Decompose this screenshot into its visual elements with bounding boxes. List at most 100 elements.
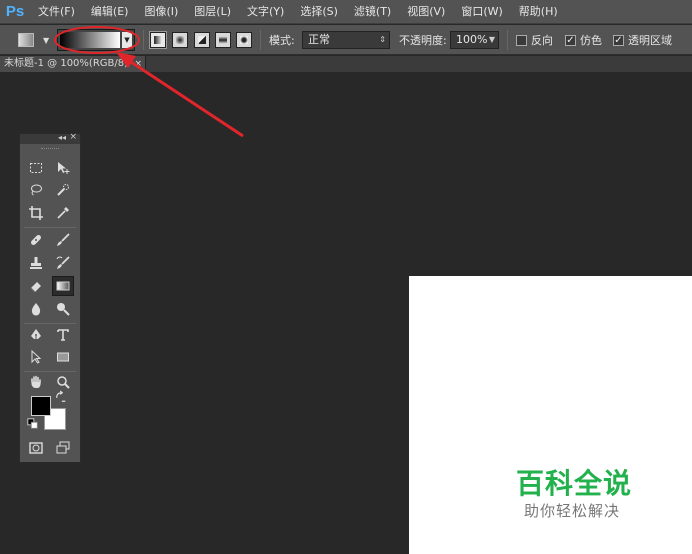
close-icon[interactable]: × bbox=[69, 132, 77, 142]
tools-panel-header[interactable]: ◂◂ × bbox=[20, 132, 80, 144]
eraser-icon bbox=[30, 282, 41, 293]
quick-selection-tool[interactable] bbox=[52, 180, 74, 200]
default-colors-button[interactable] bbox=[27, 418, 39, 430]
updown-arrow-icon: ⇕ bbox=[379, 35, 386, 44]
quick-mask-button[interactable] bbox=[25, 438, 47, 458]
radial-gradient-button[interactable] bbox=[172, 32, 188, 48]
pen-tool[interactable] bbox=[25, 325, 47, 345]
checkmark-icon: ✓ bbox=[565, 34, 576, 46]
chevron-down-icon: ▼ bbox=[488, 35, 495, 44]
blur-tool[interactable] bbox=[25, 299, 47, 319]
pen-icon bbox=[31, 329, 41, 339]
menu-type[interactable]: 文字(Y) bbox=[239, 0, 292, 24]
healing-brush-tool[interactable] bbox=[25, 230, 47, 250]
gradient-icon bbox=[56, 281, 70, 291]
zoom-tool[interactable] bbox=[52, 372, 74, 392]
collapse-icon[interactable]: ◂◂ bbox=[58, 133, 66, 142]
mode-select[interactable]: 正常 ⇕ bbox=[302, 31, 390, 49]
mode-label: 模式: bbox=[269, 34, 295, 47]
droplet-icon bbox=[31, 303, 41, 316]
dither-label: 仿色 bbox=[580, 34, 602, 47]
divider bbox=[143, 30, 144, 50]
checkmark-icon: ✓ bbox=[613, 34, 624, 46]
type-tool[interactable] bbox=[52, 325, 74, 345]
gradient-preview[interactable] bbox=[60, 32, 120, 48]
lasso-icon bbox=[31, 184, 42, 196]
clone-stamp-tool[interactable] bbox=[25, 253, 47, 273]
swap-colors-button[interactable] bbox=[55, 390, 67, 403]
gradient-preset-icon bbox=[18, 33, 34, 47]
gradient-dropdown-button[interactable]: ▼ bbox=[122, 32, 132, 48]
menu-bar: Ps 文件(F) 编辑(E) 图像(I) 图层(L) 文字(Y) 选择(S) 滤… bbox=[0, 0, 692, 24]
screen-mode-icon bbox=[56, 441, 70, 454]
quick-mask-icon bbox=[29, 442, 43, 454]
history-brush-tool[interactable] bbox=[52, 253, 74, 273]
close-icon[interactable]: × bbox=[134, 56, 142, 72]
lasso-tool[interactable] bbox=[25, 180, 47, 200]
eyedropper-icon bbox=[57, 207, 69, 219]
hand-tool[interactable] bbox=[25, 372, 47, 392]
menu-filter[interactable]: 滤镜(T) bbox=[346, 0, 399, 24]
document-tab[interactable]: 未标题-1 @ 100%(RGB/8) × bbox=[0, 56, 146, 72]
angle-gradient-icon bbox=[198, 36, 206, 44]
eyedropper-tool[interactable] bbox=[52, 203, 74, 223]
brush-tool[interactable] bbox=[52, 230, 74, 250]
tools-panel: ◂◂ × bbox=[19, 132, 81, 463]
divider bbox=[507, 30, 508, 50]
gradient-picker[interactable]: ▼ bbox=[57, 29, 135, 51]
document-tab-title: 未标题-1 @ 100%(RGB/8) bbox=[4, 58, 129, 69]
quick-selection-icon bbox=[57, 184, 69, 196]
opacity-label: 不透明度: bbox=[399, 34, 447, 47]
menu-help[interactable]: 帮助(H) bbox=[511, 0, 566, 24]
tool-preset-dropdown[interactable]: ▼ bbox=[40, 25, 49, 55]
dodge-tool[interactable] bbox=[52, 299, 74, 319]
chevron-down-icon: ▼ bbox=[124, 36, 130, 44]
document-tab-strip: 未标题-1 @ 100%(RGB/8) × bbox=[0, 56, 692, 72]
opacity-input[interactable]: 100% ▼ bbox=[450, 31, 499, 49]
marquee-tool[interactable] bbox=[25, 158, 47, 178]
divider bbox=[260, 30, 261, 50]
screen-mode-button[interactable] bbox=[52, 438, 74, 458]
crop-tool[interactable] bbox=[25, 203, 47, 223]
gradient-tool[interactable] bbox=[52, 276, 74, 296]
path-selection-tool[interactable] bbox=[25, 347, 47, 367]
marquee-icon bbox=[30, 163, 42, 173]
reverse-checkbox[interactable]: 反向 bbox=[516, 25, 553, 55]
checkbox-unchecked-icon bbox=[516, 34, 527, 46]
eraser-tool[interactable] bbox=[25, 276, 47, 296]
divider bbox=[24, 323, 76, 324]
transparency-checkbox[interactable]: ✓ 透明区域 bbox=[613, 25, 672, 55]
transparency-label: 透明区域 bbox=[628, 34, 672, 47]
panel-grip[interactable] bbox=[41, 148, 59, 150]
stamp-icon bbox=[30, 257, 42, 269]
move-tool[interactable] bbox=[52, 158, 74, 178]
crop-icon bbox=[29, 206, 43, 220]
angle-gradient-button[interactable] bbox=[194, 32, 210, 48]
menu-layer[interactable]: 图层(L) bbox=[186, 0, 239, 24]
diamond-gradient-button[interactable] bbox=[236, 32, 252, 48]
move-icon bbox=[58, 162, 70, 174]
menu-edit[interactable]: 编辑(E) bbox=[83, 0, 137, 24]
shape-tool[interactable] bbox=[52, 347, 74, 367]
radial-gradient-icon bbox=[176, 36, 184, 44]
opacity-value: 100% bbox=[456, 33, 488, 46]
linear-gradient-button[interactable] bbox=[150, 32, 166, 48]
arrow-pointer-icon bbox=[31, 350, 42, 364]
options-bar: ▼ ▼ 模式: 正常 ⇕ 不透明度: 100% ▼ 反向 ✓ 仿色 ✓ 透明区域 bbox=[0, 25, 692, 55]
watermark-title: 百科全说 bbox=[516, 467, 633, 500]
menu-window[interactable]: 窗口(W) bbox=[453, 0, 510, 24]
type-icon bbox=[57, 329, 69, 341]
reflected-gradient-button[interactable] bbox=[215, 32, 231, 48]
divider bbox=[24, 227, 76, 228]
menu-image[interactable]: 图像(I) bbox=[136, 0, 186, 24]
menu-select[interactable]: 选择(S) bbox=[292, 0, 346, 24]
dither-checkbox[interactable]: ✓ 仿色 bbox=[565, 25, 602, 55]
reverse-label: 反向 bbox=[531, 34, 553, 47]
foreground-color-swatch[interactable] bbox=[31, 396, 51, 416]
menu-view[interactable]: 视图(V) bbox=[399, 0, 453, 24]
diamond-gradient-icon bbox=[240, 36, 248, 44]
menu-file[interactable]: 文件(F) bbox=[30, 0, 83, 24]
hand-icon bbox=[31, 375, 41, 388]
photoshop-logo: Ps bbox=[5, 3, 25, 20]
tool-preset-picker[interactable] bbox=[18, 25, 34, 55]
